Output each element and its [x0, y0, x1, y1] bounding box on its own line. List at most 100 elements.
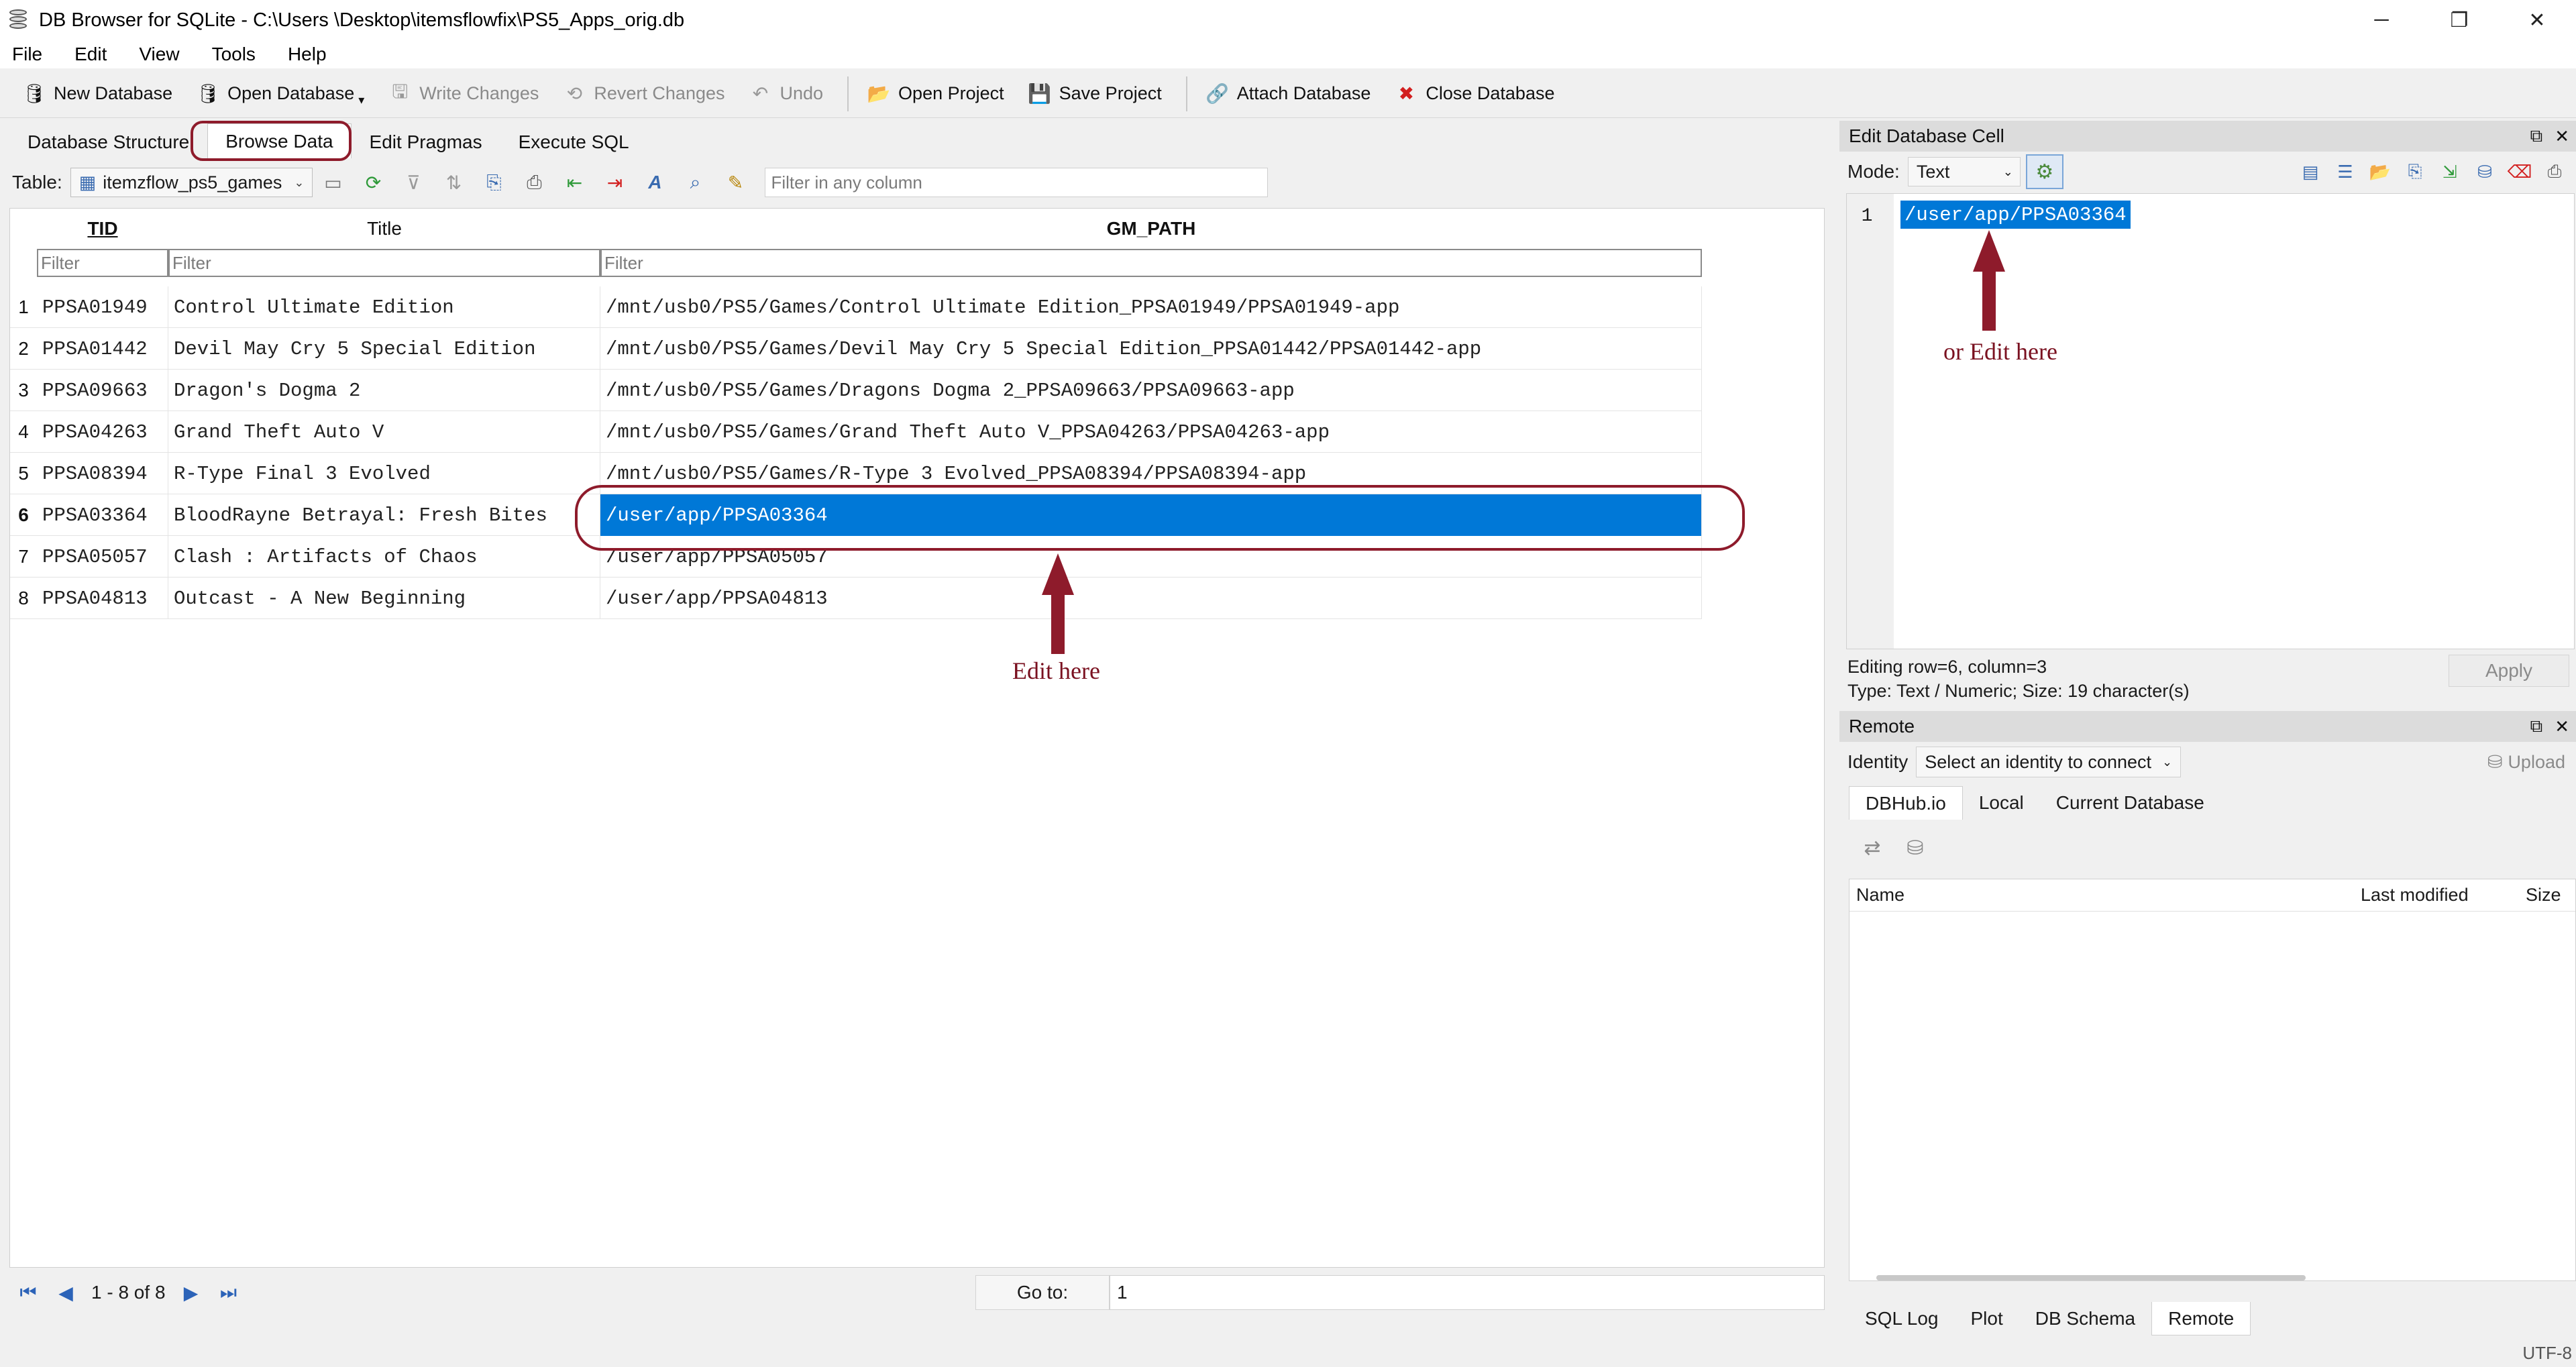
close-database-button[interactable]: ✖ Close Database [1385, 75, 1562, 113]
filter-title-input[interactable]: Filter [168, 249, 600, 277]
sort-icon[interactable]: ⇅ [439, 168, 468, 197]
table-row[interactable]: 1 PPSA01949 Control Ultimate Edition /mn… [10, 286, 1702, 328]
export-file-icon[interactable]: ⎘ [2398, 156, 2432, 188]
row-number[interactable]: 8 [10, 578, 37, 618]
cell-gm-path[interactable]: /mnt/usb0/PS5/Games/R-Type 3 Evolved_PPS… [600, 453, 1702, 494]
cell-tid[interactable]: PPSA03364 [37, 494, 168, 536]
undock-icon[interactable]: ⧉ [2530, 125, 2543, 147]
cell-gm-path[interactable]: /mnt/usb0/PS5/Games/Grand Theft Auto V_P… [600, 411, 1702, 453]
delete-record-icon[interactable]: ⇥ [600, 168, 629, 197]
row-number[interactable]: 1 [10, 286, 37, 327]
cell-title[interactable]: Devil May Cry 5 Special Edition [168, 328, 600, 370]
column-header-name[interactable]: Name [1856, 885, 2361, 906]
apply-button[interactable]: Apply [2449, 655, 2569, 687]
menu-file[interactable]: File [12, 44, 42, 65]
tab-dbhub[interactable]: DBHub.io [1849, 786, 1963, 820]
cell-title[interactable]: R-Type Final 3 Evolved [168, 453, 600, 494]
import-file-icon[interactable]: 📂 [2363, 156, 2398, 188]
indent-icon[interactable]: ☰ [2328, 156, 2363, 188]
previous-page-icon[interactable]: ◀ [51, 1278, 80, 1307]
first-page-icon[interactable]: ⏮ [13, 1278, 43, 1307]
refresh-icon[interactable]: ⟳ [358, 168, 388, 197]
tab-database-structure[interactable]: Database Structure [9, 126, 207, 158]
clear-filters-icon[interactable]: ⊽ [398, 168, 428, 197]
table-row[interactable]: 4 PPSA04263 Grand Theft Auto V /mnt/usb0… [10, 411, 1702, 453]
mode-select[interactable]: Text ⌄ [1907, 157, 2021, 186]
revert-changes-button[interactable]: ⟲ Revert Changes [553, 75, 733, 113]
tab-sql-log[interactable]: SQL Log [1849, 1302, 1954, 1335]
menu-edit[interactable]: Edit [74, 44, 107, 65]
tab-browse-data[interactable]: Browse Data [207, 123, 352, 158]
editor-selected-value[interactable]: /user/app/PPSA03364 [1900, 201, 2131, 229]
cell-title[interactable]: Outcast - A New Beginning [168, 578, 600, 619]
table-select[interactable]: ▦ itemzflow_ps5_games ⌄ [70, 168, 313, 197]
upload-button[interactable]: ⛁ Upload [2487, 752, 2565, 773]
cell-gm-path[interactable]: /mnt/usb0/PS5/Games/Control Ultimate Edi… [600, 286, 1702, 328]
cell-tid[interactable]: PPSA04263 [37, 411, 168, 453]
cell-gm-path-selected[interactable]: /user/app/PPSA03364 [600, 494, 1702, 536]
close-dock-icon[interactable]: ✕ [2555, 126, 2569, 147]
table-row[interactable]: 5 PPSA08394 R-Type Final 3 Evolved /mnt/… [10, 453, 1702, 494]
cell-title[interactable]: Clash : Artifacts of Chaos [168, 536, 600, 578]
column-header-title[interactable]: Title [168, 209, 600, 249]
close-dock-icon[interactable]: ✕ [2555, 716, 2569, 737]
filter-gm-path-input[interactable]: Filter [600, 249, 1702, 277]
table-row[interactable]: 3 PPSA09663 Dragon's Dogma 2 /mnt/usb0/P… [10, 370, 1702, 411]
cell-title[interactable]: Grand Theft Auto V [168, 411, 600, 453]
corner-cell[interactable] [10, 209, 37, 249]
clone-database-icon[interactable]: ⛁ [1898, 831, 1932, 865]
filter-any-column-input[interactable]: Filter in any column [765, 168, 1269, 197]
undo-button[interactable]: ↶ Undo [740, 75, 832, 113]
open-project-button[interactable]: 📂 Open Project [858, 75, 1012, 113]
auto-switch-mode-gear-icon[interactable]: ⚙ [2025, 154, 2063, 189]
new-database-button[interactable]: 🛢 New Database [13, 75, 180, 113]
horizontal-scrollbar[interactable] [1876, 1275, 2306, 1280]
minimize-button[interactable]: ─ [2343, 0, 2420, 40]
font-icon[interactable]: A [640, 168, 669, 197]
cell-gm-path[interactable]: /mnt/usb0/PS5/Games/Dragons Dogma 2_PPSA… [600, 370, 1702, 411]
table-row[interactable]: 7 PPSA05057 Clash : Artifacts of Chaos /… [10, 536, 1702, 578]
cell-tid[interactable]: PPSA01442 [37, 328, 168, 370]
set-null-icon[interactable]: ⇲ [2432, 156, 2467, 188]
print-icon[interactable]: ⎙ [519, 168, 549, 197]
table-row[interactable]: 8 PPSA04813 Outcast - A New Beginning /u… [10, 578, 1702, 619]
erase-icon[interactable]: ⌫ [2502, 156, 2537, 188]
row-number[interactable]: 3 [10, 370, 37, 411]
cell-title[interactable]: Dragon's Dogma 2 [168, 370, 600, 411]
row-number[interactable]: 4 [10, 411, 37, 452]
menu-view[interactable]: View [139, 44, 179, 65]
row-number[interactable]: 5 [10, 453, 37, 494]
tab-edit-pragmas[interactable]: Edit Pragmas [352, 126, 500, 158]
table-row-selected[interactable]: 6 PPSA03364 BloodRayne Betrayal: Fresh B… [10, 494, 1702, 536]
row-number[interactable]: 2 [10, 328, 37, 369]
tab-db-schema[interactable]: DB Schema [2019, 1302, 2151, 1335]
row-number[interactable]: 6 [10, 494, 37, 535]
column-header-gm-path[interactable]: GM_PATH [600, 209, 1702, 249]
menu-tools[interactable]: Tools [212, 44, 256, 65]
attach-database-button[interactable]: 🔗 Attach Database [1197, 75, 1379, 113]
cell-tid[interactable]: PPSA04813 [37, 578, 168, 619]
sync-icon[interactable]: ⇄ [1856, 831, 1889, 865]
open-database-button[interactable]: 🛢 Open Database ▾ [187, 75, 372, 113]
restore-button[interactable]: ❐ [2420, 0, 2498, 40]
column-header-size[interactable]: Size [2526, 885, 2566, 906]
apply-to-db-icon[interactable]: ⛁ [2467, 156, 2502, 188]
undock-icon[interactable]: ⧉ [2530, 716, 2543, 737]
goto-input[interactable]: 1 [1110, 1275, 1825, 1310]
table-row[interactable]: 2 PPSA01442 Devil May Cry 5 Special Edit… [10, 328, 1702, 370]
filter-tid-input[interactable]: Filter [37, 249, 168, 277]
new-record-icon[interactable]: ▭ [318, 168, 347, 197]
cell-title[interactable]: Control Ultimate Edition [168, 286, 600, 328]
word-wrap-icon[interactable]: ▤ [2293, 156, 2328, 188]
cell-tid[interactable]: PPSA01949 [37, 286, 168, 328]
cell-editor[interactable]: 1 /user/app/PPSA03364 or Edit here [1846, 193, 2575, 649]
close-window-button[interactable]: ✕ [2498, 0, 2576, 40]
save-table-icon[interactable]: ⎘ [479, 168, 508, 197]
insert-record-icon[interactable]: ⇤ [559, 168, 589, 197]
find-replace-icon[interactable]: ✎ [720, 168, 750, 197]
cell-tid[interactable]: PPSA08394 [37, 453, 168, 494]
tab-local[interactable]: Local [1963, 786, 2040, 820]
row-number[interactable]: 7 [10, 536, 37, 577]
save-project-button[interactable]: 💾 Save Project [1019, 75, 1170, 113]
write-changes-button[interactable]: 🖫 Write Changes [379, 75, 547, 113]
